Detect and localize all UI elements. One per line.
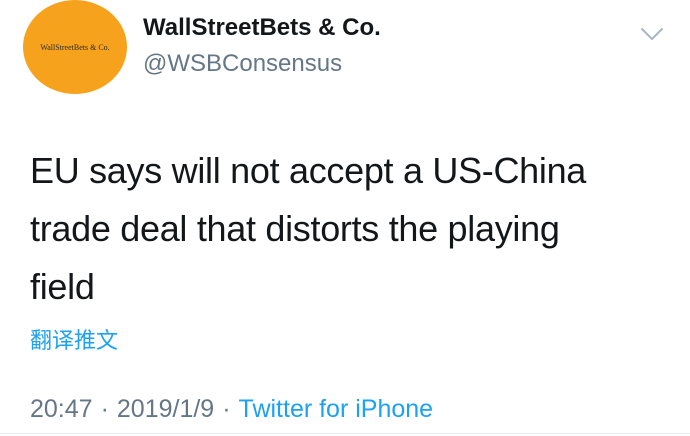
tweet-source-link[interactable]: Twitter for iPhone bbox=[239, 395, 434, 423]
tweet-text-line: EU says will not accept a US-China bbox=[30, 150, 587, 191]
meta-separator: · bbox=[100, 395, 109, 423]
tweet-text-line: trade deal that distorts the playing bbox=[30, 208, 560, 249]
meta-separator: · bbox=[222, 395, 231, 423]
tweet-meta: 20:47 · 2019/1/9 · Twitter for iPhone bbox=[30, 395, 433, 424]
avatar-logo-text: WallStreetBets & Co. bbox=[40, 42, 110, 52]
tweet-time[interactable]: 20:47 bbox=[30, 395, 93, 423]
tweet-text-line: field bbox=[30, 266, 95, 307]
chevron-down-icon[interactable] bbox=[640, 26, 664, 42]
translate-tweet-link[interactable]: 翻译推文 bbox=[30, 323, 118, 355]
tweet-date[interactable]: 2019/1/9 bbox=[117, 395, 214, 423]
divider bbox=[0, 433, 690, 434]
avatar[interactable]: WallStreetBets & Co. bbox=[23, 0, 127, 94]
user-handle[interactable]: @WSBConsensus bbox=[143, 50, 342, 78]
tweet-text: EU says will not accept a US-China trade… bbox=[30, 142, 670, 316]
display-name[interactable]: WallStreetBets & Co. bbox=[143, 14, 381, 42]
